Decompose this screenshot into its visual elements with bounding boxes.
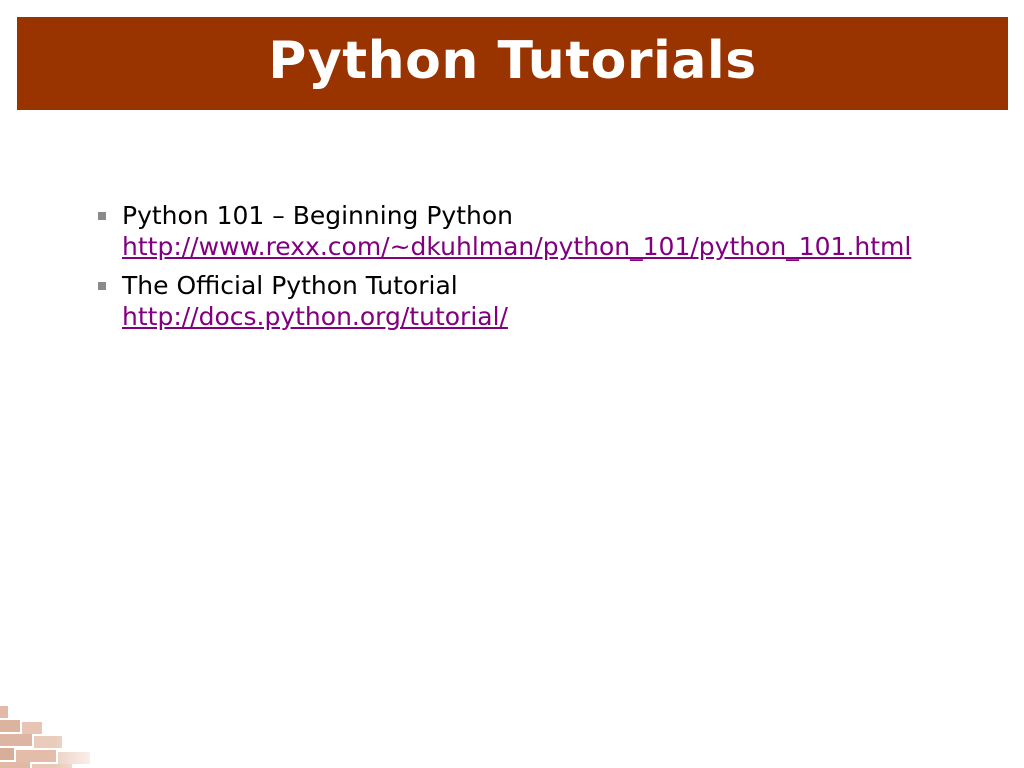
slide-title: Python Tutorials bbox=[268, 30, 757, 91]
square-bullet-icon bbox=[98, 212, 106, 220]
bullet-list: Python 101 – Beginning Python http://www… bbox=[96, 200, 956, 332]
tutorial-link[interactable]: http://www.rexx.com/~dkuhlman/python_101… bbox=[122, 231, 956, 262]
title-bar: Python Tutorials bbox=[17, 17, 1008, 110]
tutorial-title: Python 101 – Beginning Python bbox=[122, 201, 514, 230]
square-bullet-icon bbox=[98, 282, 106, 290]
tutorial-link[interactable]: http://docs.python.org/tutorial/ bbox=[122, 301, 956, 332]
list-item: The Official Python Tutorial http://docs… bbox=[96, 270, 956, 332]
slide-content: Python 101 – Beginning Python http://www… bbox=[96, 200, 956, 340]
brick-wall-decoration bbox=[0, 700, 110, 768]
list-item: Python 101 – Beginning Python http://www… bbox=[96, 200, 956, 262]
tutorial-title: The Official Python Tutorial bbox=[122, 271, 458, 300]
